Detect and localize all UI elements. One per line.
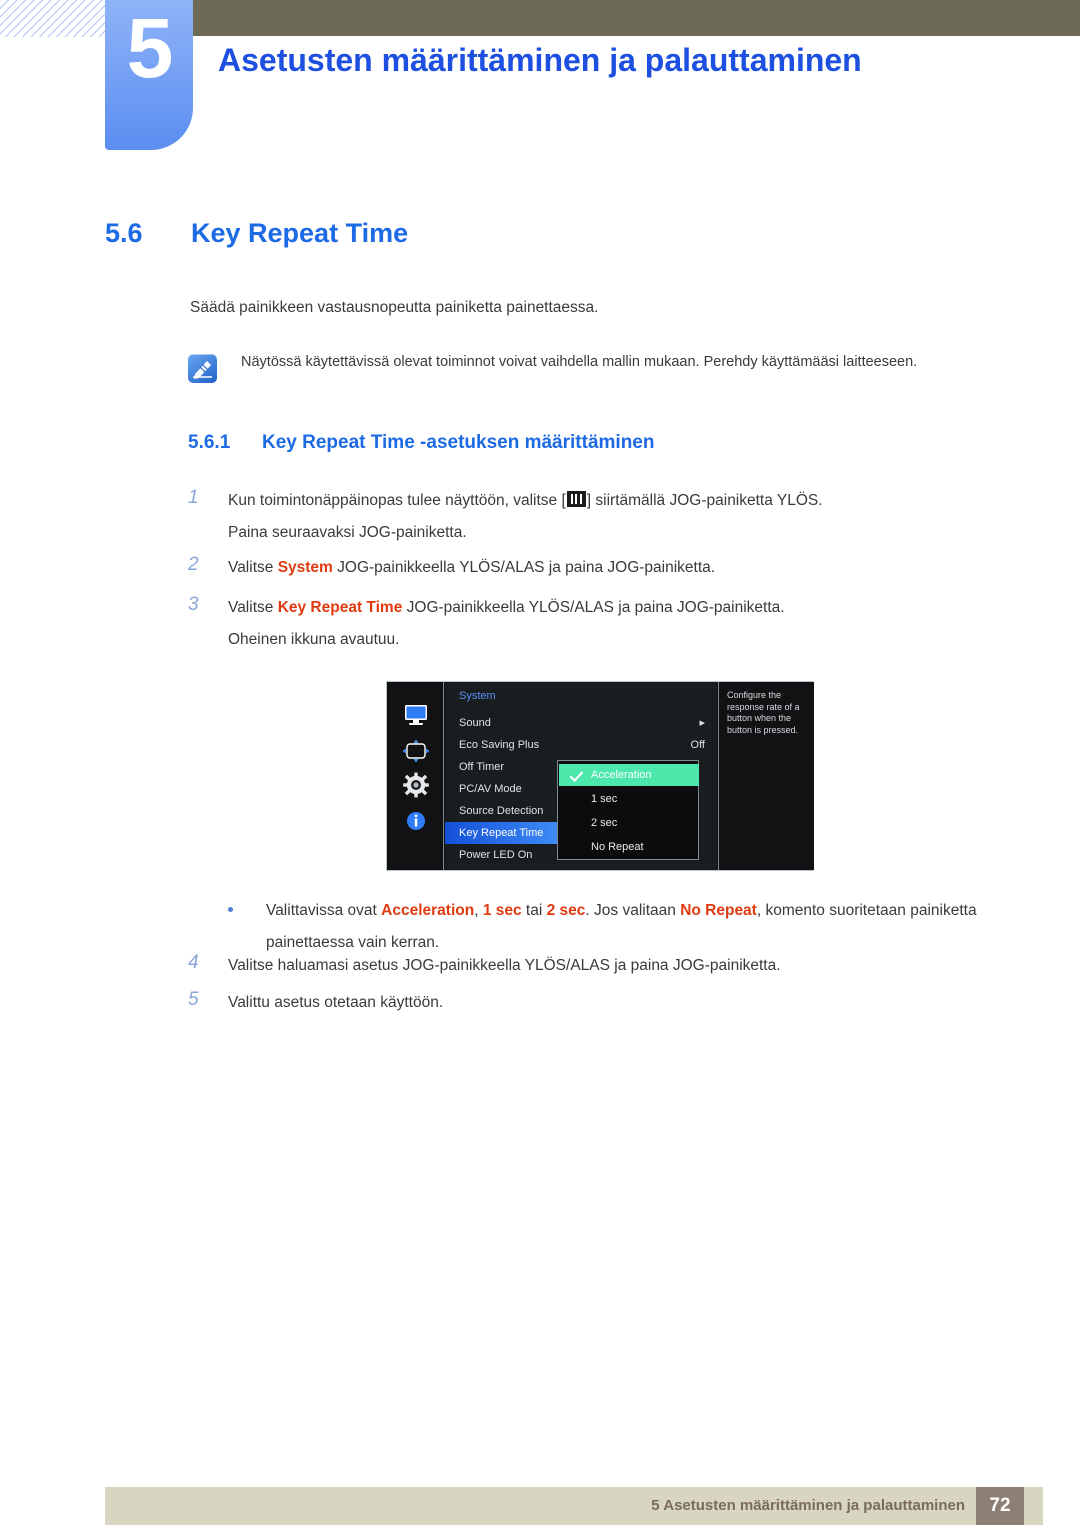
step-body: Valitse Key Repeat Time JOG-painikkeella… <box>228 592 785 656</box>
osd-description-panel: Configure the response rate of a button … <box>718 682 814 870</box>
osd-item-label: Key Repeat Time <box>459 827 544 839</box>
step-text-line2: Oheinen ikkuna avautuu. <box>228 631 400 648</box>
jog-button-icon <box>566 491 586 507</box>
step-text-pre: Kun toimintonäppäinopas tulee näyttöön, … <box>228 492 566 509</box>
osd-menu-title: System <box>459 690 496 702</box>
menu-ref-system: System <box>277 559 333 576</box>
information-icon[interactable] <box>401 808 431 834</box>
step-text-pre: Valitse <box>228 559 278 576</box>
picture-monitor-icon[interactable] <box>401 702 431 728</box>
step-text-pre: Valitse <box>228 599 278 616</box>
subsection-title: Key Repeat Time -asetuksen määrittäminen <box>262 432 655 453</box>
osd-item-value: ▸ <box>699 717 705 729</box>
menu-ref-key-repeat-time: Key Repeat Time <box>277 599 403 616</box>
osd-dropdown-key-repeat-time: Acceleration 1 sec 2 sec No Repeat <box>557 760 699 860</box>
osd-menu-item-sound[interactable]: Sound ▸ <box>445 712 717 734</box>
step-number: 4 <box>188 952 199 973</box>
step-text-post: JOG-painikkeella YLÖS/ALAS ja paina JOG-… <box>332 559 716 576</box>
osd-item-label: Power LED On <box>459 849 533 861</box>
bullet-dot-icon <box>228 907 233 912</box>
osd-option-label: 1 sec <box>591 793 618 805</box>
osd-screenshot: System Sound ▸ Eco Saving Plus Off Off T… <box>386 681 814 871</box>
osd-item-label: Sound <box>459 717 491 729</box>
header-olive-bar <box>192 0 1080 36</box>
osd-item-label: Eco Saving Plus <box>459 739 540 751</box>
chapter-number: 5 <box>126 1 174 95</box>
osd-item-label: Off Timer <box>459 761 505 773</box>
step-text-post: ] siirtämällä JOG-painiketta YLÖS. <box>586 492 823 509</box>
osd-description-text: Configure the response rate of a button … <box>727 690 800 735</box>
section-number: 5.6 <box>105 218 143 248</box>
page-header: 5 Asetusten määrittäminen ja palauttamin… <box>0 0 1080 160</box>
osd-option-1-sec[interactable]: 1 sec <box>559 788 699 810</box>
osd-option-label: No Repeat <box>591 841 644 853</box>
note-text: Näytössä käytettävissä olevat toiminnot … <box>241 354 918 370</box>
step-number: 5 <box>188 989 199 1010</box>
footer-chapter-label: 5 Asetusten määrittäminen ja palauttamin… <box>651 1497 965 1514</box>
footer-page-number: 72 <box>976 1487 1024 1525</box>
option-ref-1-sec: 1 sec <box>482 902 522 919</box>
section-heading: 5.6 Key Repeat Time <box>105 218 408 249</box>
section-title: Key Repeat Time <box>191 218 409 248</box>
step-text-line2: Paina seuraavaksi JOG-painiketta. <box>228 524 467 541</box>
step-text-post: JOG-painikkeella YLÖS/ALAS ja paina JOG-… <box>402 599 785 616</box>
option-ref-acceleration: Acceleration <box>381 902 475 919</box>
check-icon <box>569 769 584 782</box>
step-body: Valitse haluamasi asetus JOG-painikkeell… <box>228 957 781 974</box>
chapter-badge: 5 <box>105 0 193 150</box>
option-ref-no-repeat: No Repeat <box>680 902 757 919</box>
osd-option-2-sec[interactable]: 2 sec <box>559 812 699 834</box>
osd-icon-sidebar <box>387 682 444 870</box>
bullet-text-2: , <box>474 902 483 919</box>
osd-item-label: PC/AV Mode <box>459 783 522 795</box>
subsection-heading: 5.6.1 Key Repeat Time -asetuksen määritt… <box>188 432 654 454</box>
note-pen-icon <box>188 354 217 383</box>
hatch-decoration <box>0 0 108 37</box>
step-body: Valitse System JOG-painikkeella YLÖS/ALA… <box>228 552 715 584</box>
osd-item-value: Off <box>690 739 705 751</box>
step-number: 1 <box>188 487 199 508</box>
bullet-text-3: tai <box>521 902 547 919</box>
option-ref-2-sec: 2 sec <box>546 902 586 919</box>
section-intro-paragraph: Säädä painikkeen vastausnopeutta painike… <box>190 299 599 316</box>
step-number: 2 <box>188 554 199 575</box>
chapter-title: Asetusten määrittäminen ja palauttaminen <box>218 42 862 78</box>
page-footer: 5 Asetusten määrittäminen ja palauttamin… <box>105 1487 1043 1525</box>
osd-option-no-repeat[interactable]: No Repeat <box>559 836 699 858</box>
subsection-number: 5.6.1 <box>188 432 231 453</box>
bullet-text-4: . Jos valitaan <box>585 902 681 919</box>
system-gear-icon[interactable] <box>401 772 431 798</box>
bullet-text-1: Valittavissa ovat <box>266 902 382 919</box>
osd-option-label: Acceleration <box>591 769 652 781</box>
osd-menu-item-eco-saving-plus[interactable]: Eco Saving Plus Off <box>445 734 717 756</box>
step-number: 3 <box>188 594 199 615</box>
osd-item-label: Source Detection <box>459 805 544 817</box>
osd-option-label: 2 sec <box>591 817 618 829</box>
step-body: Kun toimintonäppäinopas tulee näyttöön, … <box>228 485 823 549</box>
screen-adjust-icon[interactable] <box>401 738 431 764</box>
osd-option-acceleration[interactable]: Acceleration <box>559 764 699 786</box>
step-body: Valittu asetus otetaan käyttöön. <box>228 994 444 1011</box>
